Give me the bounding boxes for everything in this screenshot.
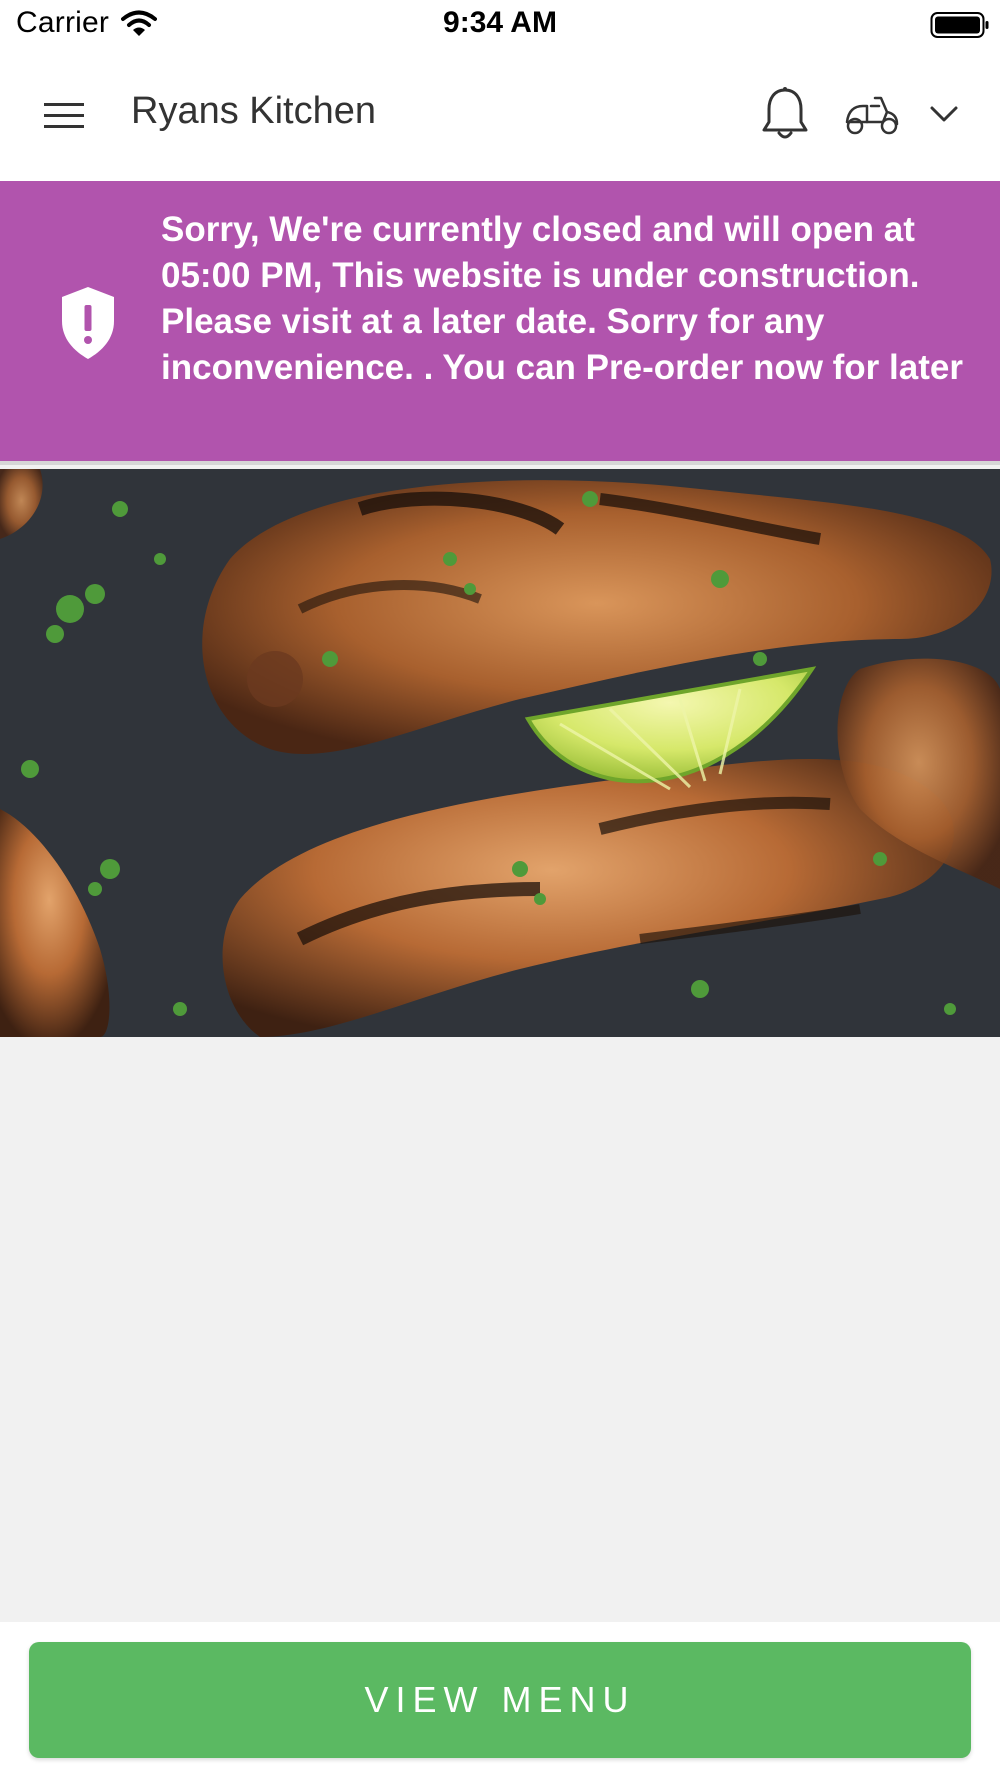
closed-notice-banner: Sorry, We're currently closed and will o… [0, 181, 1000, 465]
battery-icon [930, 12, 989, 38]
scooter-icon[interactable] [843, 92, 901, 136]
chevron-down-icon[interactable] [928, 102, 960, 126]
grilled-chicken-illustration [0, 469, 1000, 1037]
closed-notice-message: Sorry, We're currently closed and will o… [161, 210, 963, 387]
clock: 9:34 AM [443, 6, 557, 39]
view-menu-button[interactable]: VIEW MENU [29, 1642, 971, 1758]
menu-icon[interactable] [40, 98, 88, 132]
bottom-action-bar: VIEW MENU [0, 1622, 1000, 1778]
app-title: Ryans Kitchen [131, 90, 377, 132]
app-header: Ryans Kitchen [0, 48, 1000, 181]
status-bar: Carrier 9:34 AM [0, 0, 1000, 48]
hero-food-image [0, 469, 1000, 1037]
bell-icon[interactable] [760, 86, 810, 142]
shield-alert-icon [62, 287, 114, 359]
app-screen: Carrier 9:34 AM Ryans Kitchen Sorry, We'… [0, 0, 1000, 1778]
